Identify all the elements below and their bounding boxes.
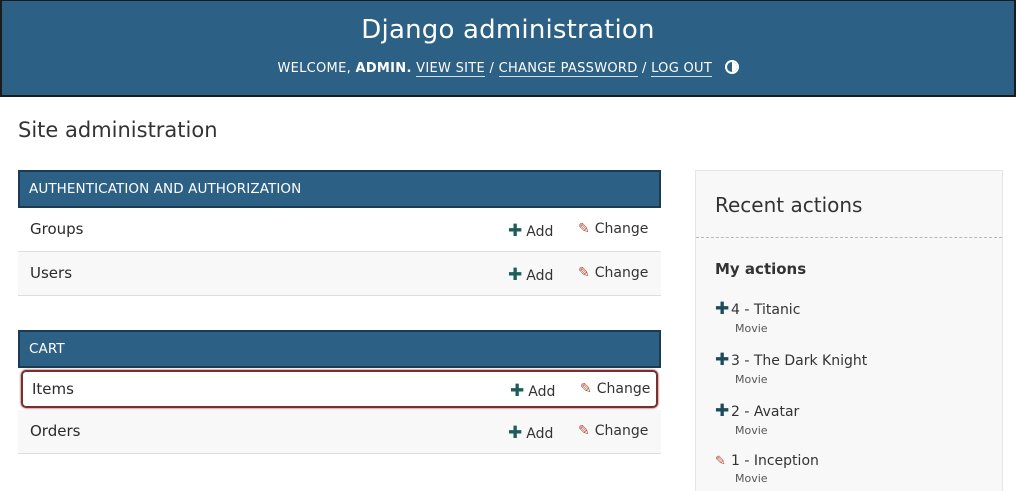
separator: / <box>489 61 495 76</box>
model-row-users: Users ✚ Add ✎ Change <box>18 252 661 296</box>
content-type: Movie <box>735 472 768 485</box>
action-link[interactable]: 3 - The Dark Knight <box>731 353 867 369</box>
module-caption[interactable]: CART <box>18 330 661 368</box>
view-site-link[interactable]: VIEW SITE <box>416 61 486 77</box>
add-button[interactable]: ✚ Add <box>508 423 553 443</box>
action-item: ✚ 3 - The Dark Knight Movie <box>715 350 867 386</box>
module-cart: CART Items ✚ Add ✎ Change Orders ✚ Add ✎ Cha… <box>18 330 661 454</box>
pencil-icon: ✎ <box>578 221 590 237</box>
action-link[interactable]: 4 - Titanic <box>731 302 800 318</box>
plus-icon: ✚ <box>508 221 523 241</box>
divider <box>696 237 1002 238</box>
page-title: Site administration <box>18 118 218 142</box>
add-button[interactable]: ✚ Add <box>508 221 553 241</box>
pencil-icon: ✎ <box>580 381 592 397</box>
separator: / <box>641 61 647 76</box>
action-link[interactable]: 1 - Inception <box>731 453 819 469</box>
action-link[interactable]: 2 - Avatar <box>731 404 799 420</box>
change-button[interactable]: ✎ Change <box>578 221 648 237</box>
user-tools: WELCOME, ADMIN. VIEW SITE / CHANGE PASSW… <box>2 60 1014 77</box>
content-type: Movie <box>735 424 768 437</box>
add-button[interactable]: ✚ Add <box>508 265 553 285</box>
plus-icon: ✚ <box>510 381 525 401</box>
addition-icon: ✚ <box>715 401 730 421</box>
content-type: Movie <box>735 322 768 335</box>
pencil-icon: ✎ <box>578 265 590 281</box>
my-actions-heading: My actions <box>715 260 807 278</box>
welcome-text: WELCOME, <box>277 61 352 76</box>
plus-icon: ✚ <box>508 423 523 443</box>
change-button[interactable]: ✎ Change <box>578 423 648 439</box>
change-button[interactable]: ✎ Change <box>580 381 650 397</box>
theme-toggle-icon[interactable] <box>724 60 739 74</box>
module-authentication: AUTHENTICATION AND AUTHORIZATION Groups … <box>18 170 661 296</box>
model-link-groups[interactable]: Groups <box>30 220 83 238</box>
recent-actions-title: Recent actions <box>715 193 863 217</box>
log-out-link[interactable]: LOG OUT <box>651 61 713 77</box>
plus-icon: ✚ <box>508 265 523 285</box>
model-link-users[interactable]: Users <box>30 264 72 282</box>
model-link-items[interactable]: Items <box>32 380 74 398</box>
addition-icon: ✚ <box>715 350 730 370</box>
addition-icon: ✚ <box>715 299 730 319</box>
site-header: Django administration WELCOME, ADMIN. VI… <box>0 0 1016 97</box>
action-item: ✎ 1 - Inception Movie <box>715 453 819 485</box>
add-button[interactable]: ✚ Add <box>510 381 555 401</box>
action-item: ✚ 2 - Avatar Movie <box>715 401 799 437</box>
change-icon: ✎ <box>715 454 726 469</box>
pencil-icon: ✎ <box>578 423 590 439</box>
recent-actions-panel: Recent actions My actions ✚ 4 - Titanic M… <box>695 170 1003 491</box>
site-title[interactable]: Django administration <box>2 15 1014 45</box>
model-link-orders[interactable]: Orders <box>30 422 80 440</box>
username: ADMIN. <box>355 61 412 76</box>
module-caption[interactable]: AUTHENTICATION AND AUTHORIZATION <box>18 170 661 208</box>
model-row-groups: Groups ✚ Add ✎ Change <box>18 208 661 252</box>
change-password-link[interactable]: CHANGE PASSWORD <box>498 61 638 77</box>
model-row-orders: Orders ✚ Add ✎ Change <box>18 410 661 454</box>
content-type: Movie <box>735 373 768 386</box>
change-button[interactable]: ✎ Change <box>578 265 648 281</box>
action-item: ✚ 4 - Titanic Movie <box>715 299 800 335</box>
model-row-items: Items ✚ Add ✎ Change <box>21 370 658 408</box>
